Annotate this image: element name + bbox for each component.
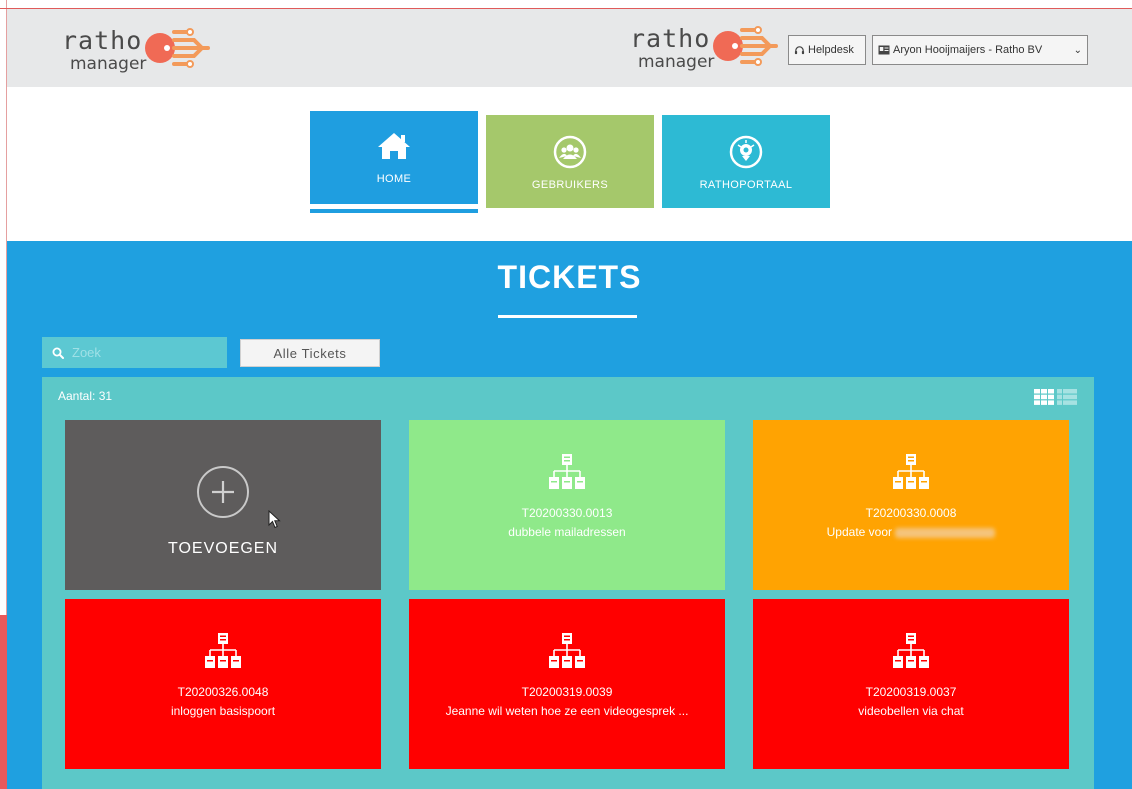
id-card-icon [878, 45, 890, 55]
ratho-manager-logo-secondary: ratho manager [630, 24, 778, 72]
ticket-id: T20200326.0048 [177, 685, 269, 699]
logo-brand-text: ratho [62, 26, 142, 55]
ticket-hierarchy-icon [893, 454, 929, 489]
active-nav-indicator [310, 209, 478, 213]
ticket-id: T20200319.0037 [865, 685, 957, 699]
nav-tile-rathoportaal-label: RATHOPORTAAL [699, 179, 793, 191]
grid-view-icon[interactable] [1034, 389, 1054, 405]
ticket-count: Aantal: 31 [58, 389, 113, 403]
chevron-down-icon: ⌄ [1073, 44, 1082, 56]
ticket-hierarchy-icon [893, 633, 929, 668]
ticket-subject: Jeanne wil weten hoe ze een videogesprek… [445, 704, 689, 718]
nav-tile-rathoportaal[interactable]: RATHOPORTAAL [662, 115, 830, 208]
ticket-subject-row: Update voor [827, 525, 996, 539]
logo-sub-text: manager [70, 54, 146, 74]
ticket-card[interactable]: T20200319.0037 videobellen via chat [753, 599, 1069, 769]
mouse-cursor-icon [268, 510, 281, 529]
user-name-label: Aryon Hooijmaijers - Ratho BV [893, 44, 1043, 56]
ticket-card[interactable]: T20200319.0039 Jeanne wil weten hoe ze e… [409, 599, 725, 769]
add-ticket-card[interactable]: TOEVOEGEN [65, 420, 381, 590]
search-input[interactable] [72, 345, 212, 360]
ticket-id: T20200330.0008 [865, 506, 957, 520]
ticket-card[interactable]: T20200326.0048 inloggen basispoort [65, 599, 381, 769]
list-view-icon[interactable] [1057, 389, 1077, 405]
add-ticket-label: TOEVOEGEN [167, 540, 279, 557]
ticket-card[interactable]: T20200330.0013 dubbele mailadressen [409, 420, 725, 590]
headset-icon [794, 45, 805, 54]
page-title: TICKETS [497, 259, 642, 295]
portal-icon [729, 135, 763, 169]
title-underline [498, 315, 637, 318]
ticket-hierarchy-icon [549, 633, 585, 668]
ratho-manager-logo[interactable]: ratho manager [62, 22, 212, 76]
ticket-id: T20200319.0039 [521, 685, 613, 699]
logo-brand-text: ratho [630, 24, 710, 53]
redacted-text [895, 527, 996, 538]
logo-circuit-icon [145, 28, 210, 68]
helpdesk-button[interactable]: Helpdesk [788, 35, 866, 65]
ticket-id: T20200330.0013 [521, 506, 613, 520]
ticket-subject: inloggen basispoort [170, 704, 276, 718]
home-icon [376, 131, 412, 161]
left-edge-strip [0, 0, 7, 789]
nav-tile-users-label: GEBRUIKERS [531, 179, 609, 191]
logo-circuit-icon [713, 26, 778, 66]
nav-tile-users[interactable]: GEBRUIKERS [486, 115, 654, 208]
left-edge-accent [0, 615, 7, 789]
plus-circle-icon [197, 466, 249, 518]
nav-tile-home-label: HOME [376, 173, 412, 185]
tickets-panel: Aantal: 31 TOEVOEGEN T20200330.0013 dubb… [42, 377, 1094, 789]
logo-sub-text: manager [638, 52, 714, 72]
ticket-subject: Update voor [826, 525, 893, 539]
ticket-subject: videobellen via chat [858, 704, 964, 718]
ticket-card[interactable]: T20200330.0008 Update voor [753, 420, 1069, 590]
top-header: ratho manager ratho manager Helpdesk Ary… [7, 9, 1132, 87]
ticket-hierarchy-icon [549, 454, 585, 489]
nav-tile-home[interactable]: HOME [310, 111, 478, 204]
user-account-dropdown[interactable]: Aryon Hooijmaijers - Ratho BV ⌄ [872, 35, 1088, 65]
helpdesk-label: Helpdesk [808, 44, 854, 56]
users-icon [553, 135, 587, 169]
tickets-section: TICKETS Alle Tickets Aantal: 31 [7, 241, 1132, 789]
ticket-subject: dubbele mailadressen [508, 525, 626, 539]
search-icon [52, 347, 64, 359]
ticket-filter-button[interactable]: Alle Tickets [240, 339, 380, 367]
ticket-hierarchy-icon [205, 633, 241, 668]
search-box[interactable] [42, 337, 227, 368]
